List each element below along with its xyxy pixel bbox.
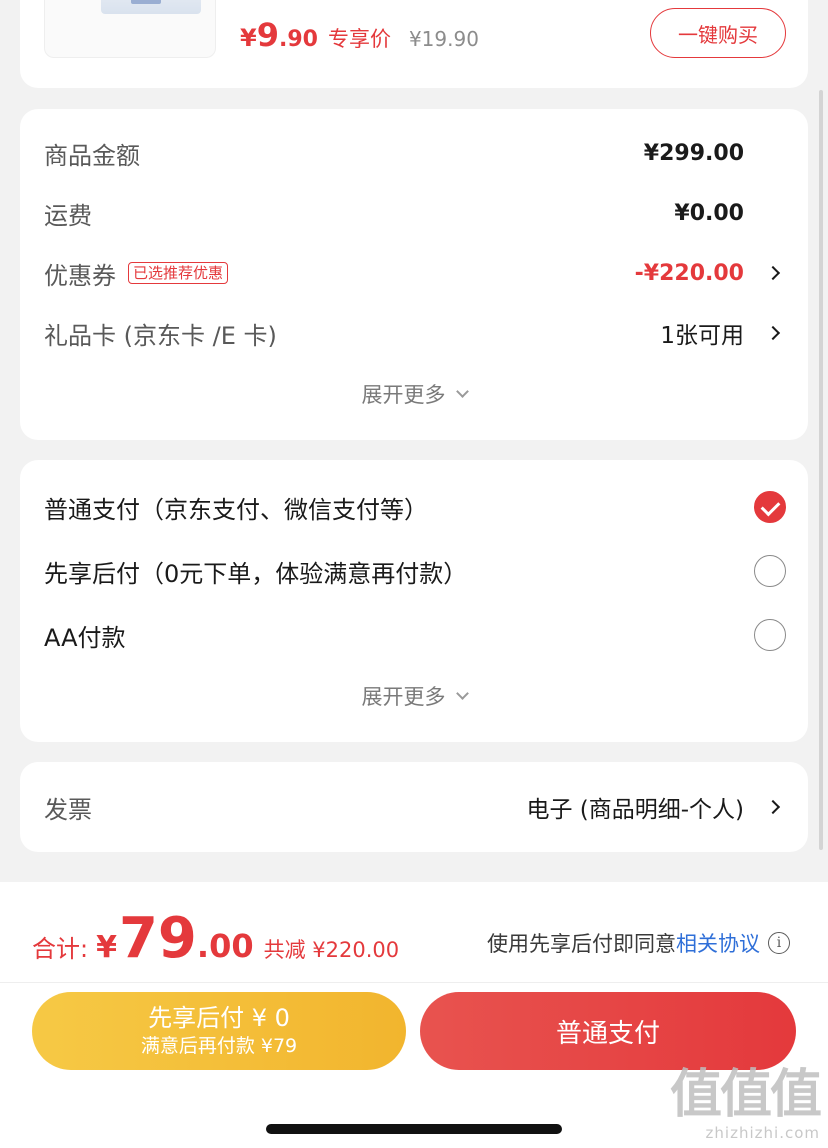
total-integer: 79 bbox=[118, 906, 197, 971]
chevron-down-icon bbox=[455, 686, 469, 700]
total-discount: 共减 ¥220.00 bbox=[263, 938, 400, 962]
chevron-right-icon bbox=[765, 265, 781, 281]
one-click-buy-button[interactable]: 一键购买 bbox=[650, 8, 786, 58]
agreement-text: 使用先享后付即同意 bbox=[487, 932, 676, 956]
expand-more-label: 展开更多 bbox=[361, 685, 446, 709]
price-decimal: .90 bbox=[278, 27, 318, 52]
payment-option-label: AA付款 bbox=[44, 623, 126, 652]
payment-option-aa[interactable]: AA付款 bbox=[44, 615, 786, 655]
recommended-coupon-badge: 已选推荐优惠 bbox=[128, 262, 229, 284]
site-watermark: 值值值 zhizhizhi.com bbox=[669, 1065, 822, 1142]
summary-label: 商品金额 bbox=[44, 141, 140, 170]
normal-pay-button[interactable]: 普通支付 bbox=[420, 992, 796, 1070]
pay-later-button[interactable]: 先享后付 ¥ 0 满意后再付款 ¥79 bbox=[32, 992, 406, 1070]
agreement-link[interactable]: 相关协议 bbox=[676, 928, 760, 958]
payment-option-pay-later[interactable]: 先享后付（0元下单，体验满意再付款） bbox=[44, 551, 786, 591]
price-currency: ¥ bbox=[240, 24, 257, 52]
summary-label: 礼品卡 (京东卡 /E 卡) bbox=[44, 321, 277, 350]
radio-checked-icon[interactable] bbox=[754, 491, 786, 523]
total-currency: ¥ bbox=[96, 930, 117, 965]
total-label: 合计: bbox=[32, 935, 89, 963]
payment-expand-more[interactable]: 展开更多 bbox=[20, 681, 808, 711]
payment-option-normal[interactable]: 普通支付（京东支付、微信支付等） bbox=[44, 487, 786, 527]
payment-option-label: 普通支付（京东支付、微信支付等） bbox=[44, 495, 428, 524]
summary-row-coupon[interactable]: 优惠券 已选推荐优惠 -¥220.00 bbox=[44, 253, 784, 293]
summary-label: 运费 bbox=[44, 201, 92, 230]
order-summary-card: 商品金额 ¥299.00 运费 ¥0.00 优惠券 已选推荐优惠 -¥220.0… bbox=[20, 109, 808, 440]
summary-value: ¥299.00 bbox=[643, 140, 744, 166]
product-thumbnail[interactable] bbox=[44, 0, 216, 58]
home-indicator[interactable] bbox=[266, 1124, 562, 1134]
total-decimal: .00 bbox=[196, 927, 254, 965]
summary-value: ¥0.00 bbox=[674, 200, 744, 226]
pay-later-button-subtitle: 满意后再付款 ¥79 bbox=[140, 1035, 298, 1057]
chevron-right-icon bbox=[765, 799, 781, 815]
invoice-value: 电子 (商品明细-个人) bbox=[526, 797, 744, 823]
chevron-right-icon bbox=[765, 325, 781, 341]
radio-unchecked-icon[interactable] bbox=[754, 555, 786, 587]
summary-row-goods-amount: 商品金额 ¥299.00 bbox=[44, 133, 784, 173]
summary-row-gift-card[interactable]: 礼品卡 (京东卡 /E 卡) 1张可用 bbox=[44, 313, 784, 353]
price-integer: 9 bbox=[256, 16, 279, 54]
payment-method-card: 普通支付（京东支付、微信支付等） 先享后付（0元下单，体验满意再付款） AA付款… bbox=[20, 460, 808, 742]
payment-option-label: 先享后付（0元下单，体验满意再付款） bbox=[44, 559, 468, 588]
summary-row-shipping: 运费 ¥0.00 bbox=[44, 193, 784, 233]
scrollbar[interactable] bbox=[819, 90, 823, 850]
gift-card-availability: 1张可用 bbox=[660, 323, 744, 349]
chevron-down-icon bbox=[455, 384, 469, 398]
info-icon[interactable]: i bbox=[768, 932, 790, 954]
divider bbox=[0, 982, 828, 983]
product-card: ¥ 9 .90 专享价 ¥19.90 一键购买 bbox=[20, 0, 808, 88]
exclusive-price-tag: 专享价 bbox=[327, 27, 391, 51]
product-price-line: ¥ 9 .90 专享价 ¥19.90 bbox=[240, 16, 479, 54]
watermark-logo: 值值值 bbox=[669, 1065, 822, 1125]
radio-unchecked-icon[interactable] bbox=[754, 619, 786, 651]
pay-later-button-title: 先享后付 ¥ 0 bbox=[148, 1004, 290, 1032]
order-total: 合计: ¥ 79 .00 共减 ¥220.00 bbox=[32, 906, 399, 971]
product-image-detail bbox=[131, 0, 161, 4]
summary-label: 优惠券 bbox=[44, 261, 116, 290]
expand-more-label: 展开更多 bbox=[361, 383, 446, 407]
invoice-row[interactable]: 发票 电子 (商品明细-个人) bbox=[44, 787, 784, 827]
watermark-url: zhizhizhi.com bbox=[705, 1124, 820, 1142]
agreement-notice: 使用先享后付即同意 相关协议 i bbox=[487, 928, 790, 958]
invoice-card[interactable]: 发票 电子 (商品明细-个人) bbox=[20, 762, 808, 852]
original-price: ¥19.90 bbox=[408, 27, 479, 51]
summary-expand-more[interactable]: 展开更多 bbox=[20, 379, 808, 409]
invoice-label: 发票 bbox=[44, 795, 92, 824]
coupon-discount-value: -¥220.00 bbox=[634, 260, 744, 286]
